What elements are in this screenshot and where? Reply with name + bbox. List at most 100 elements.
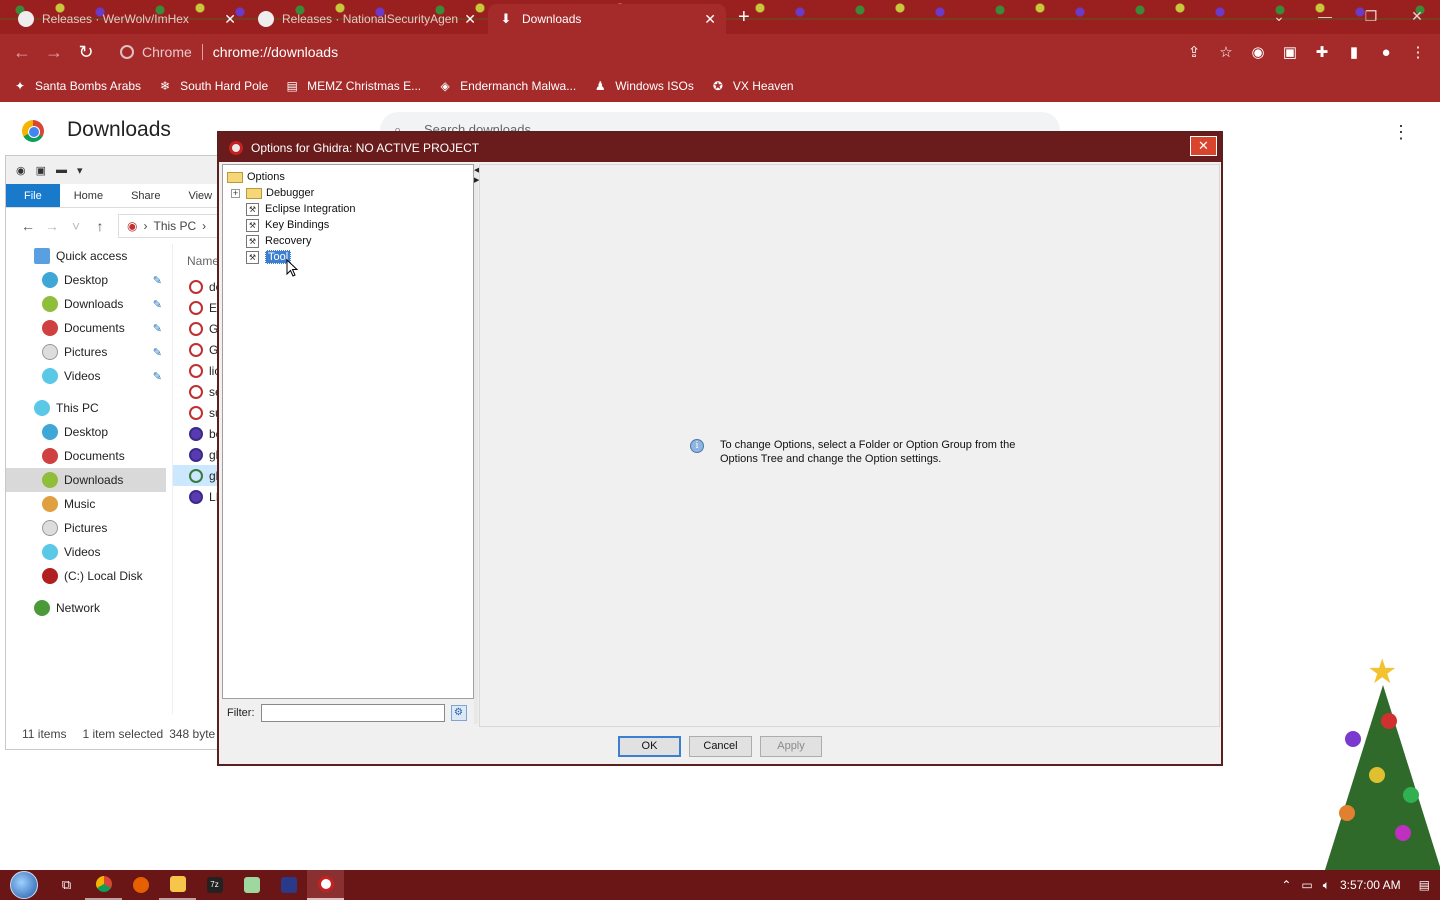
close-window-button[interactable]: ✕ [1394,0,1440,34]
nav-qa-desktop[interactable]: Desktop ✎ [6,268,166,292]
nav-network[interactable]: Network [6,596,166,620]
tab-imhex-releases[interactable]: Releases · WerWolv/ImHex ✕ [8,4,246,34]
nav-qa-videos[interactable]: Videos ✎ [6,364,166,388]
chevron-down-icon[interactable]: ▾ [77,164,83,177]
minimize-button[interactable]: — [1302,0,1348,34]
omnibox-url[interactable]: chrome://downloads [213,44,338,60]
bookmark-star-icon[interactable]: ☆ [1210,43,1242,61]
column-header-name[interactable]: Name [173,244,219,276]
bookmark-south-hard-pole[interactable]: ❄ South Hard Pole [157,78,268,94]
taskbar-file-explorer[interactable] [159,870,196,900]
nav-pc-music[interactable]: Music [6,492,166,516]
ribbon-tab-home[interactable]: Home [60,184,117,207]
ribbon-tab-view[interactable]: View [174,184,219,207]
tab-ghidra-releases[interactable]: Releases · NationalSecurityAgen ✕ [248,4,486,34]
profile-avatar-icon[interactable]: ● [1370,44,1402,61]
forward-arrow-icon[interactable]: → [40,218,64,234]
nav-pc-desktop[interactable]: Desktop [6,420,166,444]
bookmark-vx-heaven[interactable]: ✪ VX Heaven [710,78,794,94]
file-row[interactable]: Gl [173,339,219,360]
extensions-puzzle-icon[interactable]: ✚ [1306,43,1338,61]
taskbar-task-view[interactable]: ⧉ [48,870,85,900]
dialog-title-bar: Options for Ghidra: NO ACTIVE PROJECT [219,133,1221,162]
dialog-close-button[interactable]: ✕ [1190,136,1217,156]
cancel-button[interactable]: Cancel [689,736,752,757]
tree-node-key-bindings[interactable]: ⚒ Key Bindings [227,217,473,233]
address-bar[interactable]: ◉ › This PC › [118,214,219,238]
tree-node-tool[interactable]: ⚒ Tool [227,249,473,265]
ribbon-tab-file[interactable]: File [6,184,60,207]
breadcrumb-this-pc[interactable]: This PC [153,219,196,233]
back-button[interactable]: ← [6,42,38,63]
file-row[interactable]: bo [173,423,219,444]
clock[interactable]: 3:57:00 AM [1340,878,1401,892]
chrome-menu-icon[interactable]: ⋮ [1402,43,1434,61]
file-row[interactable]: Ex [173,297,219,318]
close-icon[interactable]: ✕ [464,11,476,28]
file-row[interactable]: do [173,276,219,297]
filter-input[interactable] [260,704,445,722]
expand-plus-icon[interactable]: + [231,188,240,198]
omnibox[interactable]: Chrome chrome://downloads [108,38,1158,66]
chevron-up-icon[interactable]: ⌃ [1281,878,1291,892]
nav-this-pc[interactable]: This PC [6,396,166,420]
taskbar-7zip[interactable]: 7z [196,870,233,900]
filter-options-icon[interactable]: ⚙ [450,705,467,721]
nav-pc-local-disk[interactable]: (C:) Local Disk [6,564,166,588]
bookmark-santa-bombs-arabs[interactable]: ✦ Santa Bombs Arabs [12,78,141,94]
new-tab-button[interactable]: + [738,6,750,29]
file-row[interactable]: lic [173,360,219,381]
file-row[interactable]: LI [173,486,219,507]
bookmark-memz-christmas[interactable]: ▤ MEMZ Christmas E... [284,78,421,94]
nav-pc-downloads[interactable]: Downloads [6,468,166,492]
ribbon-tab-share[interactable]: Share [117,184,174,207]
side-panel-icon[interactable]: ▮ [1338,43,1370,61]
properties-icon[interactable]: ▣ [36,164,46,177]
nav-quick-access[interactable]: Quick access [6,244,166,268]
back-arrow-icon[interactable]: ← [16,218,40,234]
nav-qa-documents[interactable]: Documents ✎ [6,316,166,340]
ok-button[interactable]: OK [618,736,681,757]
volume-icon[interactable]: 🔈︎ [1323,878,1330,893]
taskbar-firefox[interactable] [122,870,159,900]
recent-locations-icon[interactable]: ˅ [64,218,88,234]
tab-search-icon[interactable]: ⌄ [1256,0,1302,34]
new-folder-icon[interactable]: ▬ [56,164,67,176]
extension-s-icon[interactable]: ▣ [1274,43,1306,61]
taskbar-notepad[interactable] [233,870,270,900]
forward-button[interactable]: → [38,42,70,63]
restore-button[interactable]: ❐ [1348,0,1394,34]
close-icon[interactable]: ✕ [704,11,716,28]
file-row[interactable]: su [173,402,219,423]
taskbar-ghidra[interactable] [307,870,344,900]
nav-qa-pictures[interactable]: Pictures ✎ [6,340,166,364]
apply-button[interactable]: Apply [760,736,822,757]
file-row[interactable]: Gl [173,318,219,339]
tab-downloads[interactable]: ⬇ Downloads ✕ [488,4,726,34]
up-arrow-icon[interactable]: ↑ [88,218,112,234]
bookmark-windows-isos[interactable]: ♟ Windows ISOs [592,78,694,94]
more-actions-icon[interactable]: ⋮ [1392,122,1410,143]
file-row[interactable]: se [173,381,219,402]
extension-flag-icon[interactable]: ◉ [1242,43,1274,61]
nav-pc-documents[interactable]: Documents [6,444,166,468]
tree-node-debugger[interactable]: + Debugger [227,185,473,201]
nav-pc-pictures[interactable]: Pictures [6,516,166,540]
tree-node-options[interactable]: Options [227,169,473,185]
file-row[interactable]: gh [173,444,219,465]
notifications-icon[interactable]: ▤ [1419,878,1430,892]
network-tray-icon[interactable]: ▭ [1301,878,1312,892]
close-icon[interactable]: ✕ [224,11,236,28]
taskbar-chrome[interactable] [85,870,122,900]
taskbar-terminal[interactable] [270,870,307,900]
tree-node-eclipse-integration[interactable]: ⚒ Eclipse Integration [227,201,473,217]
nav-pc-videos[interactable]: Videos [6,540,166,564]
reload-button[interactable]: ↻ [70,42,102,63]
bookmark-endermanch-malware[interactable]: ◈ Endermanch Malwa... [437,78,577,94]
panel-splitter[interactable]: ◀ ▶ [474,164,479,724]
start-button[interactable] [0,870,48,900]
file-row-selected[interactable]: gh [173,465,219,486]
tree-node-recovery[interactable]: ⚒ Recovery [227,233,473,249]
nav-qa-downloads[interactable]: Downloads ✎ [6,292,166,316]
share-icon[interactable]: ⇪ [1178,43,1210,61]
